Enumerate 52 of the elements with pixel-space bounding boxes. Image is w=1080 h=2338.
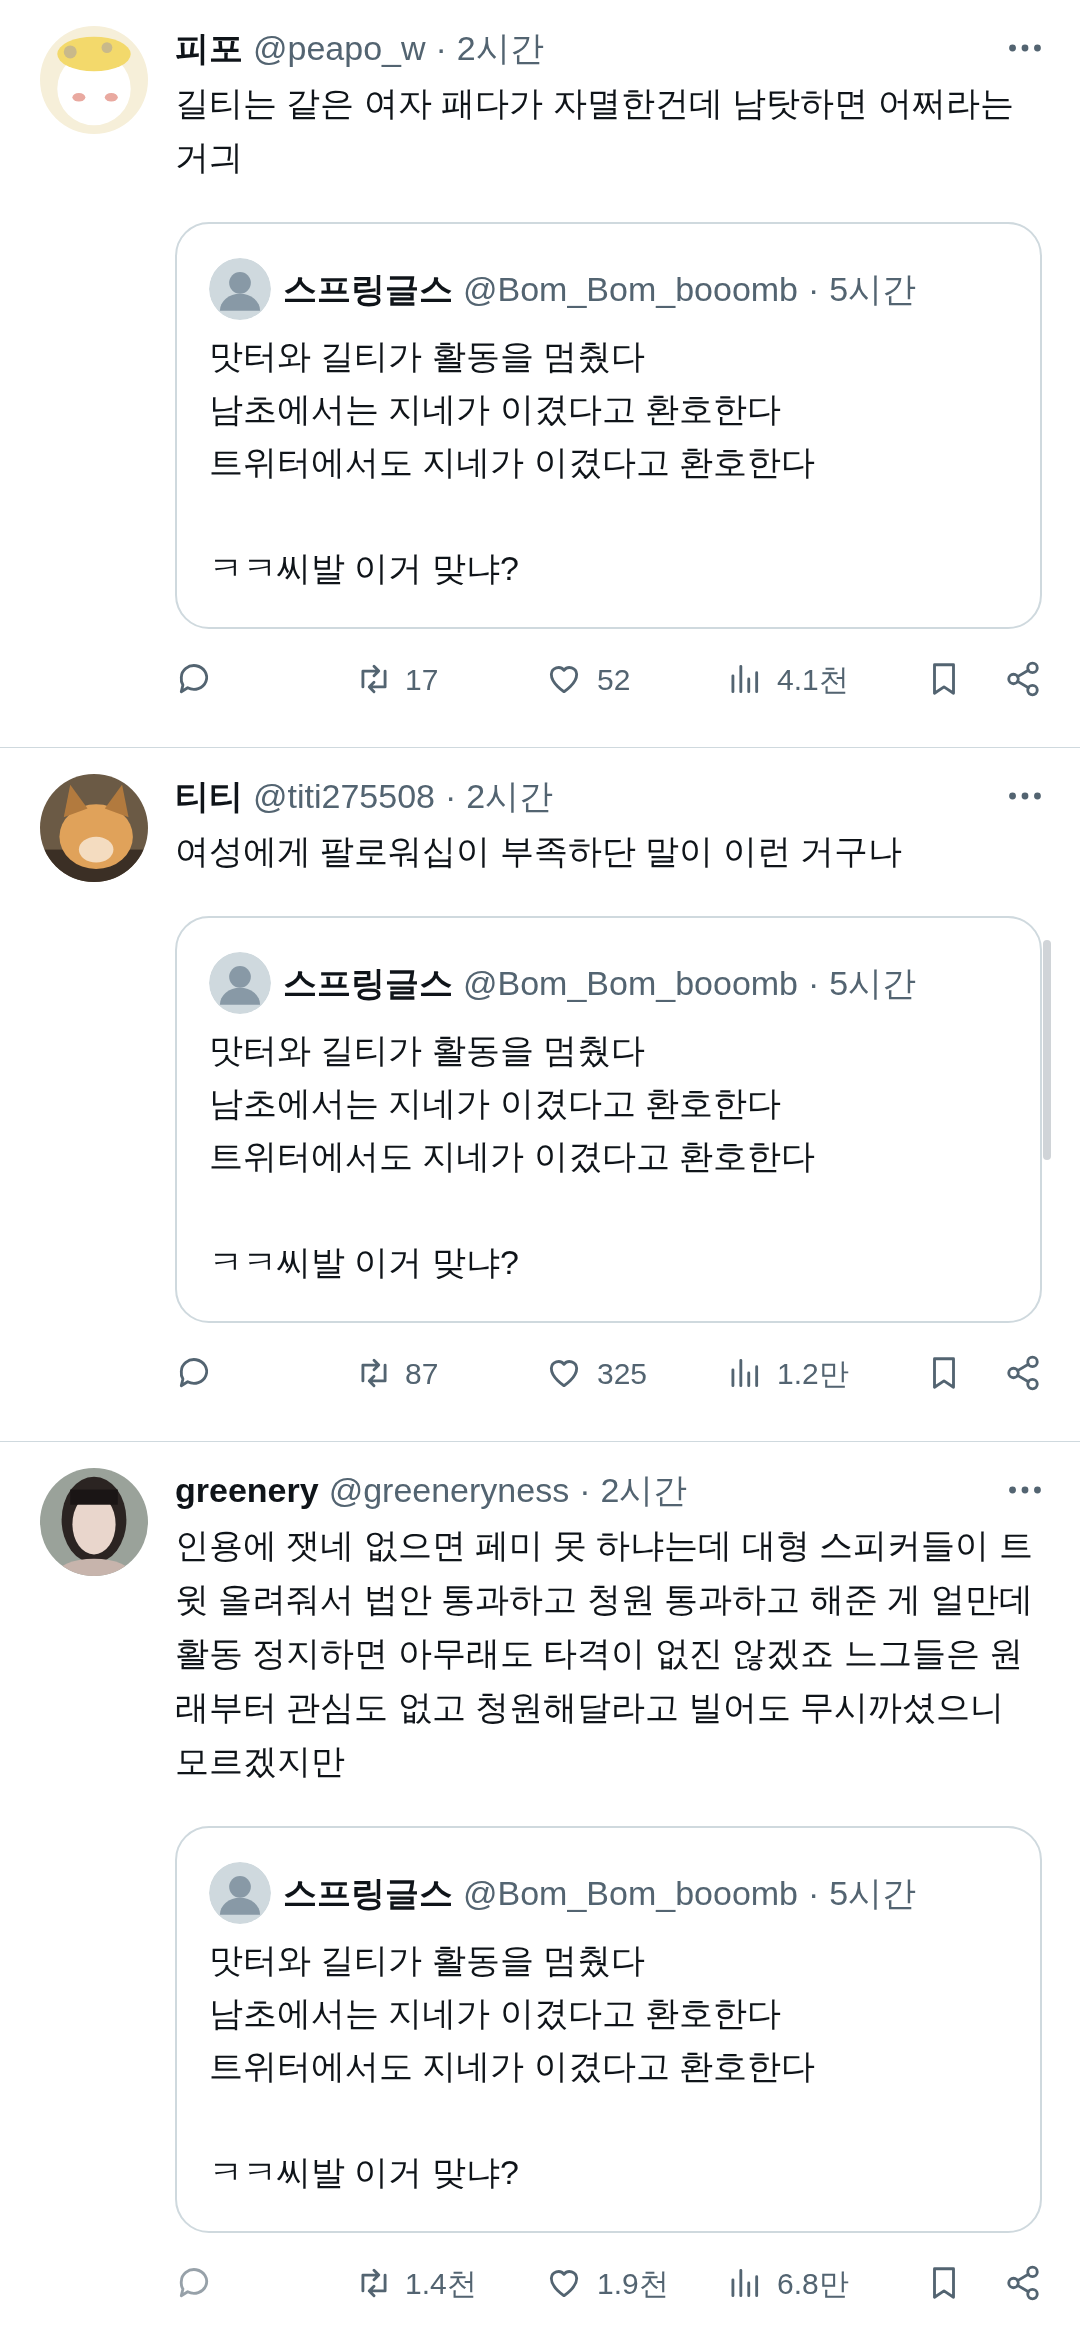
timestamp: 2시간 bbox=[600, 1470, 688, 1511]
separator-dot: · bbox=[579, 1470, 591, 1511]
username: @Bom_Bom_booomb bbox=[463, 962, 799, 1004]
retweet-count: 17 bbox=[405, 661, 439, 698]
separator-dot: · bbox=[808, 268, 820, 310]
share-icon bbox=[1004, 660, 1042, 698]
default-avatar-icon bbox=[209, 952, 271, 1014]
timestamp: 5시간 bbox=[829, 268, 917, 310]
default-avatar-icon bbox=[209, 258, 271, 320]
default-avatar-icon bbox=[209, 1862, 271, 1924]
retweet-count: 87 bbox=[405, 1355, 439, 1392]
retweet-count: 1.4천 bbox=[405, 2265, 477, 2302]
tweet-text: 인용에 잿네 없으면 페미 못 하냐는데 대형 스피커들이 트윗 올려줘서 법안 통과하고 청원 통과하고 해준 게 얼만데 활동 정지하면 아무래도 타격이 없진 않겠죠 느그들은 원래부터 관심도 없고 청원해달라고 빌어도 무시까셨으니 모르겠지만 bbox=[175, 1525, 1034, 1782]
username: @greeneryness bbox=[328, 1470, 570, 1511]
display-name: 스프링글스 bbox=[283, 268, 453, 310]
timestamp: 2시간 bbox=[466, 776, 554, 817]
like-count: 52 bbox=[597, 661, 631, 698]
view-count: 4.1천 bbox=[777, 661, 849, 698]
share-icon bbox=[1004, 1354, 1042, 1392]
more-icon[interactable] bbox=[1008, 1485, 1042, 1495]
timestamp: 5시간 bbox=[829, 1872, 917, 1914]
username: @peapo_w bbox=[253, 28, 426, 69]
quoted-tweet-card[interactable]: 스프링글스 @Bom_Bom_booomb · 5시간 맛터와 길티가 활동을 멈췄다 남초에서는 지네가 이겼다고 환호한다 트위터에서도 지네가 이겼다고 환호한다 ㅋㅋ씨발 이거 맞냐? bbox=[175, 1826, 1042, 2233]
scrollbar[interactable] bbox=[1043, 940, 1051, 1160]
display-name: greenery bbox=[175, 1470, 319, 1511]
username: @titi275508 bbox=[253, 776, 435, 817]
display-name: 스프링글스 bbox=[283, 962, 453, 1004]
like-count: 1.9천 bbox=[597, 2265, 669, 2302]
quoted-tweet-text: 맛터와 길티가 활동을 멈췄다 남초에서는 지네가 이겼다고 환호한다 트위터에서도 지네가 이겼다고 환호한다 ㅋㅋ씨발 이거 맞냐? bbox=[209, 1940, 817, 2193]
quoted-tweet-card[interactable]: 스프링글스 @Bom_Bom_booomb · 5시간 맛터와 길티가 활동을 멈췄다 남초에서는 지네가 이겼다고 환호한다 트위터에서도 지네가 이겼다고 환호한다 ㅋㅋ씨발 이거 맞냐? bbox=[175, 222, 1042, 629]
display-name: 스프링글스 bbox=[283, 1872, 453, 1914]
separator-dot: · bbox=[435, 28, 447, 69]
quoted-tweet-text: 맛터와 길티가 활동을 멈췄다 남초에서는 지네가 이겼다고 환호한다 트위터에서도 지네가 이겼다고 환호한다 ㅋㅋ씨발 이거 맞냐? bbox=[209, 336, 817, 589]
more-icon[interactable] bbox=[1008, 791, 1042, 801]
username: @Bom_Bom_booomb bbox=[463, 268, 799, 310]
tweet-text: 여성에게 팔로워십이 부족하단 말이 이런 거구나 bbox=[175, 831, 904, 872]
quoted-tweet-text: 맛터와 길티가 활동을 멈췄다 남초에서는 지네가 이겼다고 환호한다 트위터에서도 지네가 이겼다고 환호한다 ㅋㅋ씨발 이거 맞냐? bbox=[209, 1030, 817, 1283]
view-count: 1.2만 bbox=[777, 1355, 849, 1392]
display-name: 티티 bbox=[175, 776, 243, 817]
like-count: 325 bbox=[597, 1355, 648, 1392]
timestamp: 2시간 bbox=[456, 28, 544, 69]
username: @Bom_Bom_booomb bbox=[463, 1872, 799, 1914]
share-icon bbox=[1004, 2264, 1042, 2302]
more-icon[interactable] bbox=[1008, 43, 1042, 53]
separator-dot: · bbox=[808, 962, 820, 1004]
separator-dot: · bbox=[445, 776, 457, 817]
timestamp: 5시간 bbox=[829, 962, 917, 1004]
separator-dot: · bbox=[808, 1872, 820, 1914]
view-count: 6.8만 bbox=[777, 2265, 849, 2302]
tweet-text: 길티는 같은 여자 패다가 자멸한건데 남탓하면 어쩌라는 거긔 bbox=[175, 83, 1015, 178]
quoted-tweet-card[interactable]: 스프링글스 @Bom_Bom_booomb · 5시간 맛터와 길티가 활동을 멈췄다 남초에서는 지네가 이겼다고 환호한다 트위터에서도 지네가 이겼다고 환호한다 ㅋㅋ씨발 이거 맞냐? bbox=[175, 916, 1042, 1323]
display-name: 피포 bbox=[175, 28, 243, 69]
